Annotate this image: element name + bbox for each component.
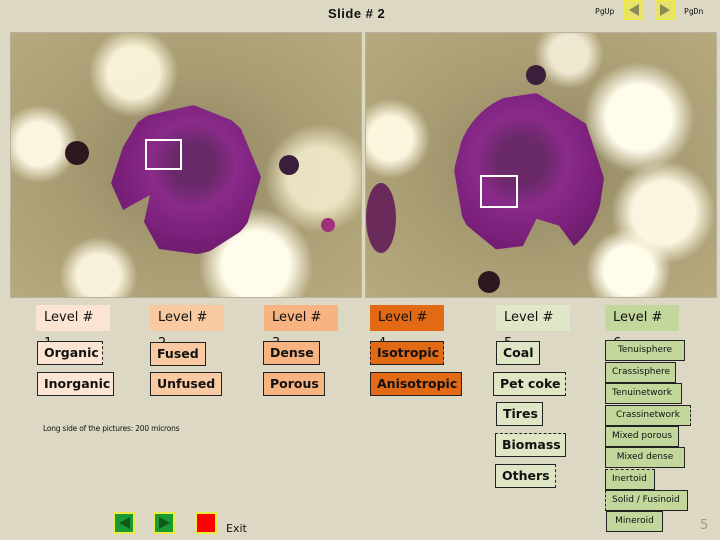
option-fused[interactable]: Fused [150, 342, 206, 366]
dark-inclusion [366, 183, 396, 253]
option-pet-coke[interactable]: Pet coke [493, 372, 566, 396]
option-coal[interactable]: Coal [496, 341, 540, 365]
option-anisotropic[interactable]: Anisotropic [370, 372, 462, 396]
level-3-header: Level # 3 [264, 305, 338, 351]
option-biomass[interactable]: Biomass [495, 433, 566, 457]
dark-inclusion [65, 141, 89, 165]
slide-title: Slide # 2 [328, 6, 386, 21]
pgdn-label: PgDn [684, 7, 704, 16]
triangle-left-icon [118, 517, 130, 529]
triangle-right-icon [158, 517, 170, 529]
region-of-interest-box[interactable] [145, 139, 182, 170]
option-others[interactable]: Others [495, 464, 556, 488]
option-isotropic[interactable]: Isotropic [370, 341, 444, 365]
option-tires[interactable]: Tires [496, 402, 543, 426]
next-slide-button[interactable] [153, 512, 175, 534]
triangle-left-icon [629, 4, 639, 16]
option-inertoid[interactable]: Inertoid [605, 469, 655, 490]
dark-inclusion [321, 218, 335, 232]
option-porous[interactable]: Porous [263, 372, 325, 396]
option-unfused[interactable]: Unfused [150, 372, 222, 396]
level-6-header: Level # 6 [605, 305, 679, 351]
page-number: 5 [700, 518, 709, 533]
pgup-label: PgUp [595, 7, 615, 16]
option-mixed-dense[interactable]: Mixed dense [605, 447, 685, 468]
option-inorganic[interactable]: Inorganic [37, 372, 114, 396]
option-organic[interactable]: Organic [37, 341, 103, 365]
option-mixed-porous[interactable]: Mixed porous [605, 426, 679, 447]
left-micrograph [10, 32, 362, 298]
level-4-header: Level # 4 [370, 305, 444, 351]
option-mineroid[interactable]: Mineroid [606, 511, 663, 532]
level-5-header: Level # 5 [496, 305, 570, 351]
exit-label[interactable]: Exit [226, 522, 247, 535]
option-tenuinetwork[interactable]: Tenuinetwork [605, 383, 682, 404]
triangle-right-icon [660, 4, 670, 16]
pgup-button[interactable] [624, 0, 644, 20]
region-of-interest-box[interactable] [480, 175, 518, 208]
option-crassinetwork[interactable]: Crassinetwork [605, 405, 691, 426]
pgdn-button[interactable] [655, 0, 675, 20]
option-crassisphere[interactable]: Crassisphere [605, 362, 676, 383]
option-dense[interactable]: Dense [263, 341, 320, 365]
previous-slide-button[interactable] [113, 512, 135, 534]
level-2-header: Level # 2 [150, 305, 224, 351]
dark-inclusion [279, 155, 299, 175]
option-solid-fusinoid[interactable]: Solid / Fusinoid [605, 490, 688, 511]
red-square-icon [197, 514, 215, 532]
option-tenuisphere[interactable]: Tenuisphere [605, 340, 685, 361]
level-1-header: Level # 1 [36, 305, 110, 351]
exit-button[interactable] [195, 512, 217, 534]
scale-note: Long side of the pictures: 200 microns [43, 424, 180, 433]
right-micrograph [365, 32, 717, 298]
dark-inclusion [526, 65, 546, 85]
dark-inclusion [478, 271, 500, 293]
